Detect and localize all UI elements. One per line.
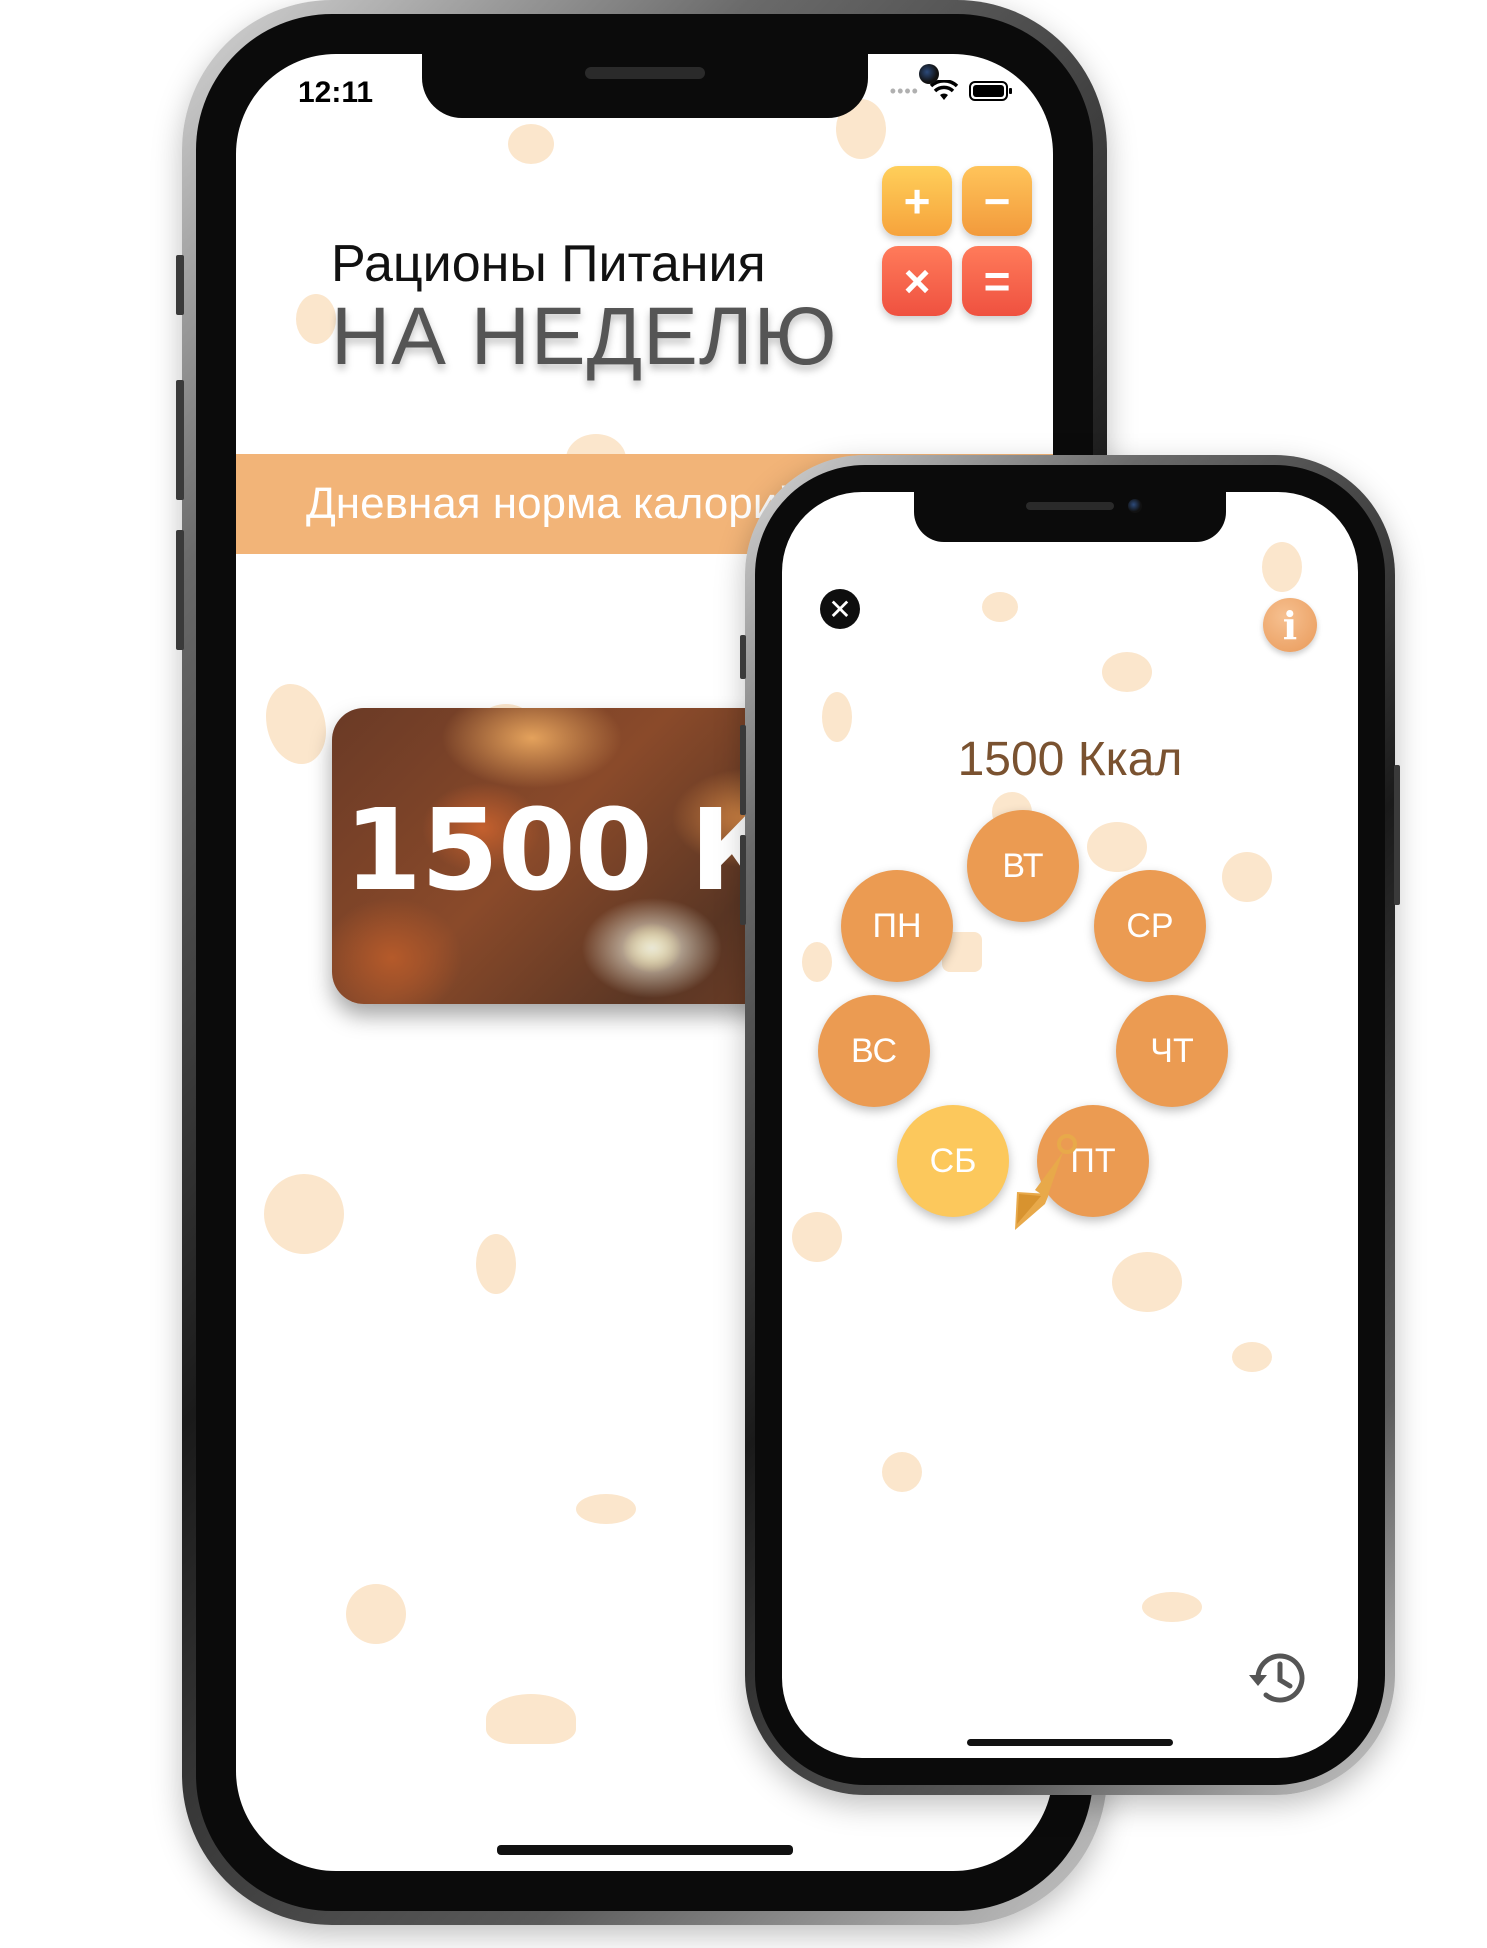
carrot-silhouette: [802, 942, 832, 982]
plus-key: +: [882, 166, 952, 236]
mute-switch: [740, 635, 746, 679]
flower-silhouette: [1087, 822, 1147, 872]
multiply-key: ×: [882, 246, 952, 316]
volume-up-button: [176, 380, 184, 500]
home-indicator[interactable]: [967, 1739, 1173, 1746]
food-silhouette: [982, 592, 1018, 622]
food-silhouette: [346, 1584, 406, 1644]
app-title: Рационы Питания: [331, 235, 766, 293]
day-pointer-icon[interactable]: [997, 1132, 1087, 1242]
banner-label: Дневная норма калорий: [306, 479, 802, 528]
speaker-grille: [1026, 502, 1114, 510]
close-icon: ✕: [828, 593, 852, 625]
food-silhouette: [576, 1494, 636, 1524]
day-button-sat[interactable]: СБ: [897, 1105, 1009, 1217]
history-icon[interactable]: [1244, 1642, 1316, 1714]
food-silhouette: [1112, 1252, 1182, 1312]
volume-up-button: [740, 725, 746, 815]
day-label: ЧТ: [1150, 1031, 1194, 1070]
daily-calories-label: 1500 Ккал: [957, 733, 1183, 786]
status-time: 12:11: [298, 76, 374, 109]
food-silhouette: [296, 294, 336, 344]
day-label: ПН: [872, 906, 922, 945]
volume-down-button: [176, 530, 184, 650]
food-silhouette: [882, 1452, 922, 1492]
calculator-icon[interactable]: + − × =: [882, 166, 1032, 316]
home-indicator[interactable]: [496, 1845, 793, 1855]
day-button-wed[interactable]: СР: [1094, 870, 1206, 982]
day-button-sun[interactable]: ВС: [818, 995, 930, 1107]
coconut-silhouette: [264, 1174, 344, 1254]
power-button: [1394, 765, 1400, 905]
front-camera: [1128, 499, 1142, 513]
food-silhouette: [1142, 1592, 1202, 1622]
signal-icon: ••••: [889, 80, 919, 101]
day-button-tue[interactable]: ВТ: [967, 810, 1079, 922]
info-icon: i: [1282, 602, 1298, 648]
info-button[interactable]: i: [1263, 598, 1317, 652]
status-icons: ••••: [890, 80, 1013, 102]
phone-secondary: ✕ i 1500 Ккал ПН ВТ СР ЧТ ПТ СБ ВС: [740, 455, 1400, 1795]
food-silhouette: [476, 1234, 516, 1294]
day-button-thu[interactable]: ЧТ: [1116, 995, 1228, 1107]
front-camera: [919, 64, 939, 84]
day-label: ВТ: [1002, 846, 1044, 885]
day-label: СР: [1126, 906, 1174, 945]
day-label: СБ: [929, 1141, 977, 1180]
day-label: ВС: [850, 1031, 898, 1070]
day-button-mon[interactable]: ПН: [841, 870, 953, 982]
lightbulb-silhouette: [1262, 542, 1302, 592]
week-screen: ✕ i 1500 Ккал ПН ВТ СР ЧТ ПТ СБ ВС: [782, 492, 1358, 1758]
food-silhouette: [1102, 652, 1152, 692]
equals-key: =: [962, 246, 1032, 316]
food-silhouette: [1232, 1342, 1272, 1372]
phone-notch: [914, 492, 1226, 542]
minus-key: −: [962, 166, 1032, 236]
volume-down-button: [740, 835, 746, 925]
speaker-grille: [584, 67, 705, 79]
phone-notch: [421, 54, 868, 118]
close-button[interactable]: ✕: [820, 589, 860, 629]
carrot-silhouette: [266, 684, 326, 764]
mute-switch: [176, 255, 184, 315]
food-silhouette: [508, 124, 554, 164]
battery-icon: [969, 81, 1012, 101]
coconut-silhouette: [792, 1212, 842, 1262]
broccoli-silhouette: [1222, 852, 1272, 902]
app-subtitle: НА НЕДЕЛЮ: [331, 291, 838, 382]
banana-silhouette: [486, 1694, 576, 1744]
wifi-icon: [929, 80, 959, 100]
